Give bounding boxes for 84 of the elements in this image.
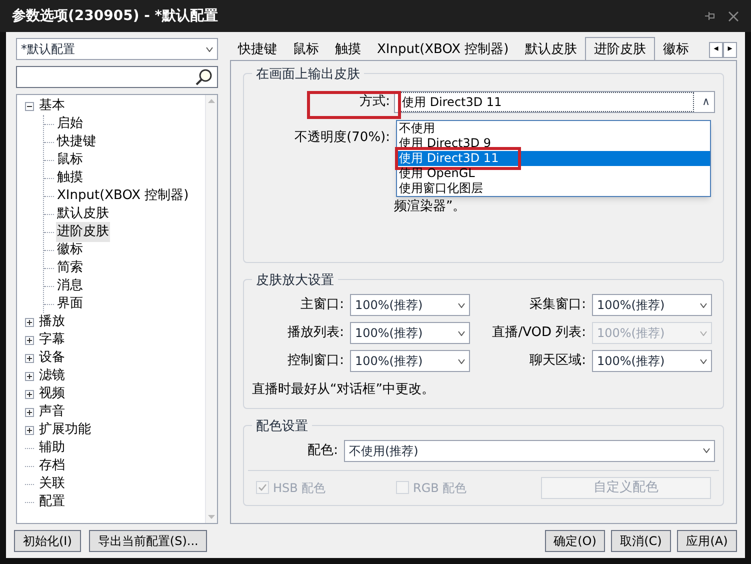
- dropdown[interactable]: 使用 Direct3D 11 ∧: [394, 90, 715, 113]
- dropdown[interactable]: 100%(推荐): [350, 322, 470, 344]
- field-label: 直播/VOD 列表:: [491, 324, 586, 342]
- field-label: 不透明度(70%):: [294, 128, 391, 146]
- tree-item[interactable]: 消息: [56, 276, 84, 296]
- tab[interactable]: 鼠标: [285, 40, 327, 60]
- tree-item[interactable]: 界面: [56, 294, 84, 314]
- dropdown-option[interactable]: 不使用: [397, 121, 710, 136]
- dialog-button[interactable]: 确定(O): [545, 530, 605, 552]
- tree-item[interactable]: 辅助: [38, 438, 66, 458]
- chevron-down-icon: [700, 358, 707, 364]
- dropdown-arrow: ∧: [702, 94, 710, 110]
- chevron-down-icon: [700, 302, 707, 308]
- tab-scroll-button[interactable]: ▸: [723, 42, 737, 58]
- expand-icon[interactable]: [25, 408, 34, 416]
- chevron-down-icon: [703, 448, 710, 453]
- chevron-down-icon: [206, 46, 213, 52]
- search-icon[interactable]: [195, 68, 213, 86]
- pin-icon[interactable]: [704, 10, 716, 22]
- tab[interactable]: 默认皮肤: [516, 40, 585, 60]
- tab[interactable]: 徽标: [654, 40, 697, 60]
- tree-item[interactable]: 徽标: [56, 240, 84, 260]
- dialog-button[interactable]: 取消(C): [611, 530, 671, 552]
- dropdown[interactable]: 不使用(推荐): [344, 440, 715, 462]
- tree-item[interactable]: 声音: [38, 402, 66, 422]
- tree-item[interactable]: 字幕: [38, 330, 66, 350]
- dropdown[interactable]: 100%(推荐): [350, 294, 470, 316]
- field-label: 播放列表:: [286, 324, 344, 342]
- field-label: 采集窗口:: [528, 296, 586, 314]
- dropdown-option[interactable]: 使用窗口化图层: [397, 181, 710, 196]
- field-label: 控制窗口:: [286, 352, 344, 370]
- dropdown[interactable]: 100%(推荐): [592, 350, 712, 372]
- field-label: 配色:: [306, 442, 339, 460]
- dropdown[interactable]: *默认配置: [16, 38, 218, 60]
- footer-button[interactable]: 初始化(I): [14, 530, 81, 552]
- field-label: 聊天区域:: [528, 352, 586, 370]
- checkbox-label: RGB 配色: [413, 480, 467, 496]
- tree-item[interactable]: 播放: [38, 312, 66, 332]
- tree-item[interactable]: 默认皮肤: [56, 204, 110, 224]
- dropdown[interactable]: 100%(推荐): [350, 350, 470, 372]
- chevron-down-icon: [458, 358, 465, 364]
- tree-item[interactable]: 基本: [38, 96, 66, 116]
- tab[interactable]: 快捷键: [230, 40, 285, 60]
- tree-item[interactable]: 鼠标: [56, 150, 84, 170]
- dropdown[interactable]: 100%(推荐): [592, 294, 712, 316]
- collapse-icon[interactable]: [25, 102, 34, 110]
- tab-scroll-button[interactable]: ◂: [709, 42, 723, 58]
- expand-icon[interactable]: [25, 372, 34, 380]
- expand-icon[interactable]: [25, 354, 34, 362]
- hint-text: 直播时最好从“对话框”中更改。: [252, 381, 436, 399]
- dropdown-option[interactable]: 使用 OpenGL: [397, 166, 710, 181]
- tree-item[interactable]: 滤镜: [38, 366, 66, 386]
- tree-item[interactable]: 进阶皮肤: [56, 222, 110, 242]
- tree-item[interactable]: 简索: [56, 258, 84, 278]
- tab[interactable]: 触摸: [327, 40, 369, 60]
- window-title: 参数选项(230905) - *默认配置: [12, 6, 218, 26]
- field-label: 方式:: [358, 93, 391, 111]
- tree-item[interactable]: 视频: [38, 384, 66, 404]
- expand-icon[interactable]: [25, 390, 34, 398]
- dialog-button[interactable]: 应用(A): [677, 530, 737, 552]
- tree-item[interactable]: 设备: [38, 348, 66, 368]
- checkbox-label: HSB 配色: [273, 480, 326, 496]
- tree-item[interactable]: 扩展功能: [38, 420, 92, 440]
- tree-item[interactable]: 触摸: [56, 168, 84, 188]
- tab[interactable]: 进阶皮肤: [584, 37, 655, 60]
- close-icon[interactable]: [728, 10, 739, 22]
- field-label: 主窗口:: [300, 296, 344, 314]
- dropdown-option[interactable]: 使用 Direct3D 11: [397, 151, 710, 166]
- tab[interactable]: XInput(XBOX 控制器): [369, 40, 517, 60]
- chevron-down-icon: [458, 302, 465, 308]
- note-text: 频渲染器”。: [394, 198, 466, 216]
- tree-item[interactable]: 存档: [38, 456, 66, 476]
- chevron-down-icon: [700, 330, 707, 336]
- tree-item[interactable]: 启始: [56, 114, 84, 134]
- search-field[interactable]: [16, 66, 218, 88]
- tree-item[interactable]: 配置: [38, 492, 66, 512]
- tree-item[interactable]: XInput(XBOX 控制器): [56, 186, 190, 206]
- expand-icon[interactable]: [25, 426, 34, 434]
- tree-item[interactable]: 关联: [38, 474, 66, 494]
- tree-item[interactable]: 快捷键: [56, 132, 97, 152]
- expand-icon[interactable]: [25, 336, 34, 344]
- chevron-down-icon: [458, 330, 465, 336]
- expand-icon[interactable]: [25, 318, 34, 326]
- footer-button[interactable]: 导出当前配置(S)...: [88, 530, 208, 552]
